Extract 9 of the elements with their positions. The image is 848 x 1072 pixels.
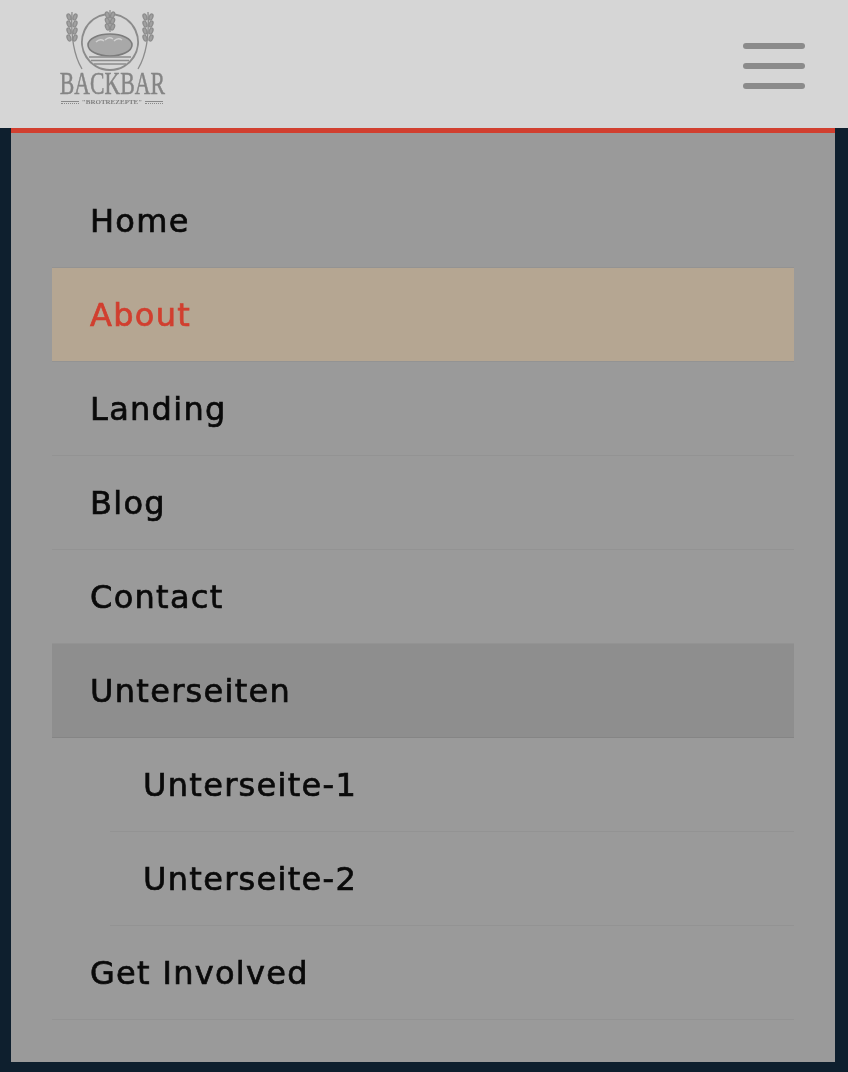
menu-icon bbox=[743, 43, 805, 89]
menu-item[interactable]: Get Involved bbox=[52, 926, 794, 1020]
menu-item[interactable]: Unterseiten bbox=[52, 644, 794, 738]
submenu-item[interactable]: Unterseite-2 bbox=[110, 832, 794, 926]
menu-item[interactable]: Landing bbox=[52, 362, 794, 456]
logo-wordmark: BACKBAR bbox=[59, 69, 165, 97]
menu-button[interactable] bbox=[743, 43, 805, 89]
menu-item[interactable]: Blog bbox=[52, 456, 794, 550]
submenu-item[interactable]: Unterseite-1 bbox=[110, 738, 794, 832]
